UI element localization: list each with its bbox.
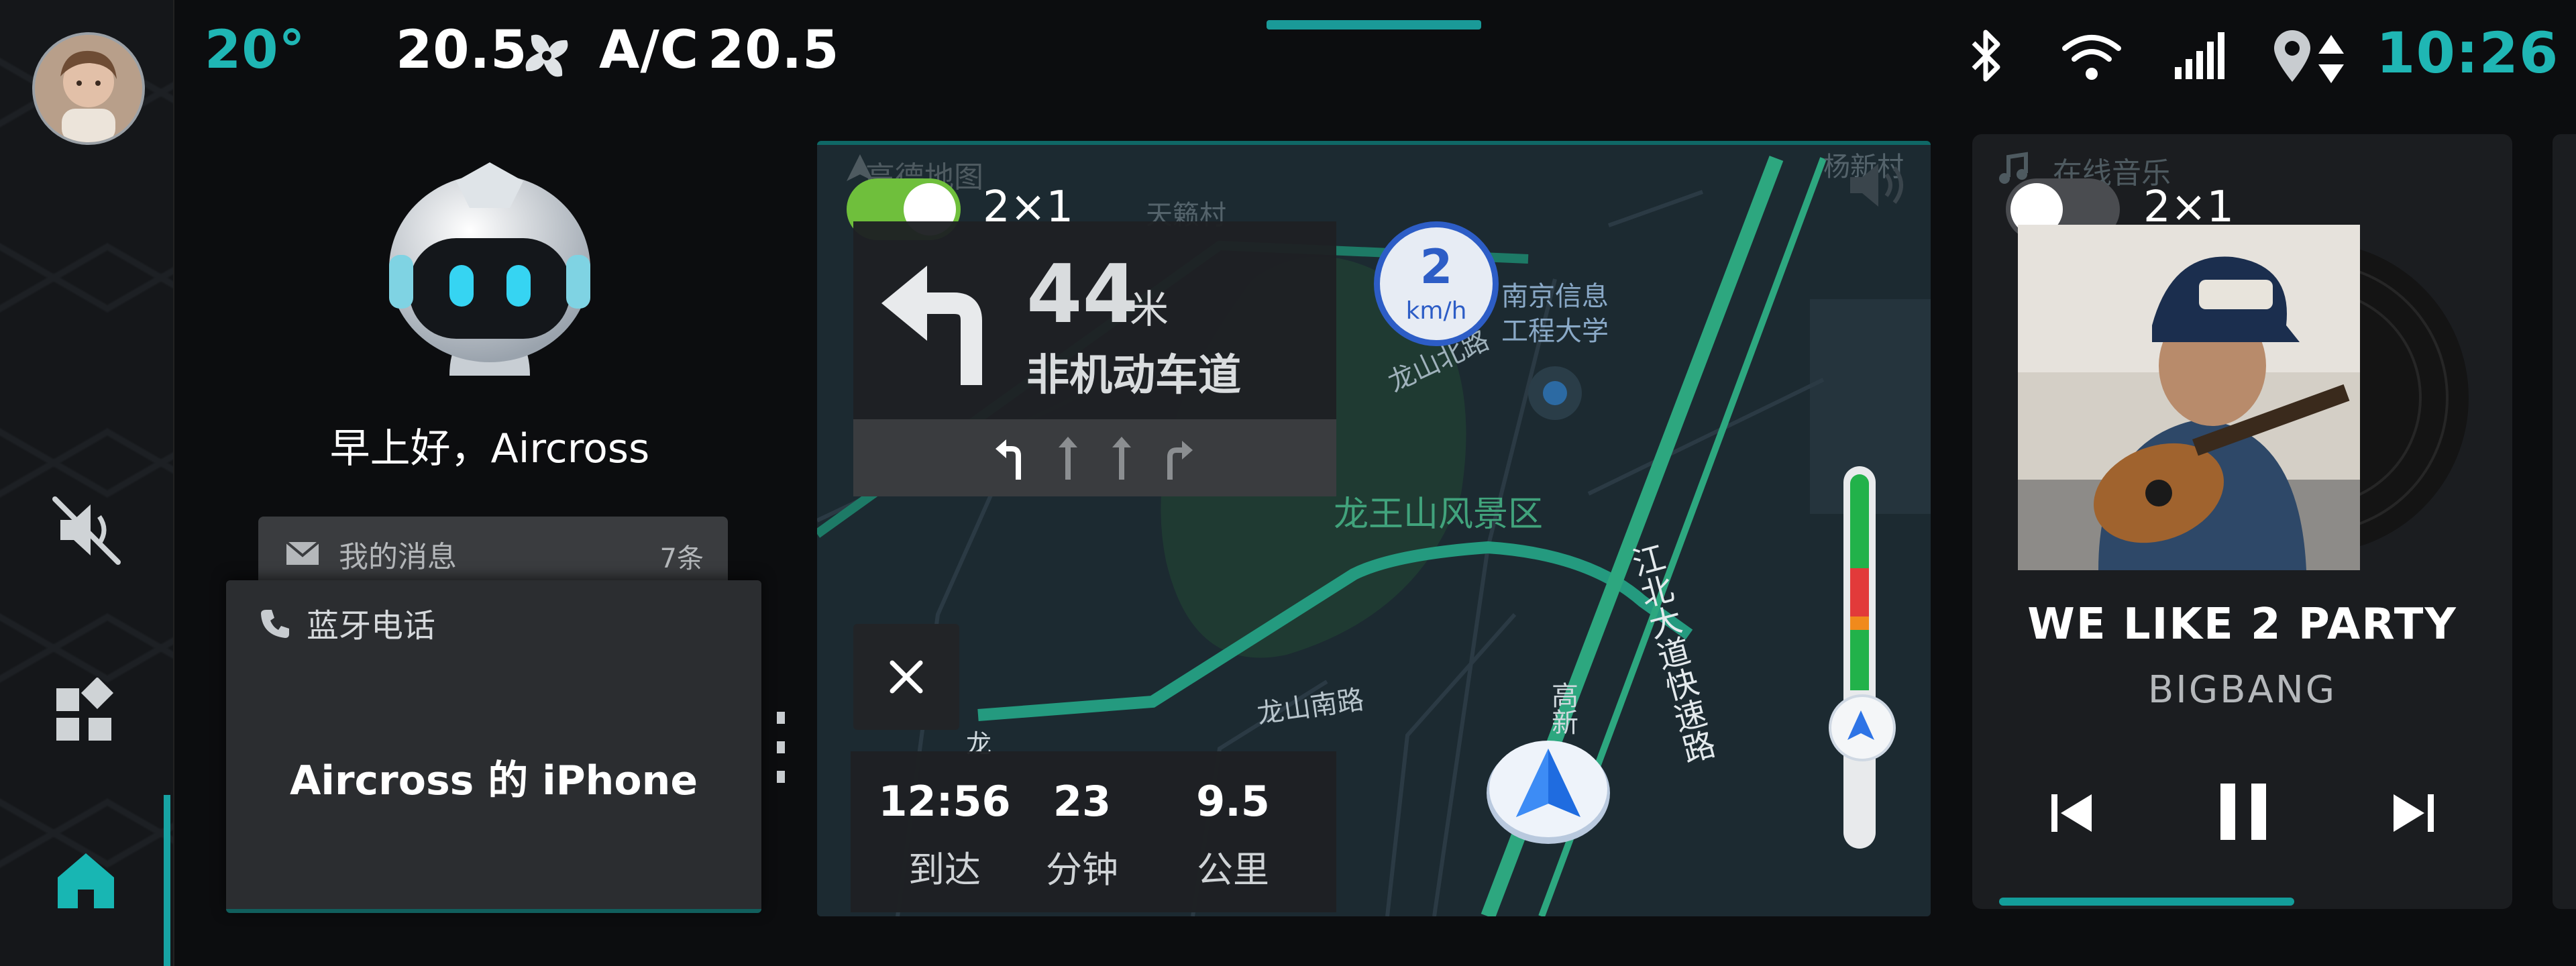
turn-road-name: 非机动车道: [1026, 351, 1241, 400]
traffic-segment-red: [1850, 568, 1869, 616]
bluetooth-phone-card[interactable]: 蓝牙电话 Aircross 的 iPhone: [226, 580, 761, 913]
speed-unit: km/h: [1405, 297, 1467, 325]
turn-distance-unit: 米: [1130, 286, 1169, 332]
phone-icon: [258, 607, 292, 641]
messages-count: 7条: [659, 543, 704, 574]
speed-value: 2: [1419, 239, 1453, 294]
speaker-icon[interactable]: [1843, 158, 1911, 212]
bluetooth-icon: [1959, 25, 2012, 86]
pause-button[interactable]: [2214, 778, 2274, 845]
album-art[interactable]: [2018, 225, 2481, 570]
drag-handle-icon[interactable]: [774, 708, 788, 788]
clock: 10:26: [2376, 20, 2559, 86]
map-label-scenic: 龙王山风景区: [1334, 494, 1544, 535]
avatar[interactable]: [32, 32, 145, 145]
messages-label: 我的消息: [339, 540, 457, 574]
avatar-image: [35, 35, 142, 142]
wifi-icon: [2058, 27, 2125, 87]
vehicle-arrow-icon: [1481, 729, 1615, 849]
traffic-segment-orange: [1850, 616, 1869, 630]
eta-summary: 12:56 到达 23 分钟 9.5 公里: [851, 751, 1336, 912]
outside-temp: 20°: [205, 20, 306, 80]
phone-device-name: Aircross 的 iPhone: [289, 757, 698, 804]
ac-button[interactable]: A/C: [599, 20, 699, 80]
eta-distance: 9.5: [1196, 777, 1270, 826]
assistant-greeting: 早上好，Aircross: [329, 425, 650, 472]
skip-back-icon: [2051, 794, 2092, 832]
pause-icon: [2220, 784, 2266, 840]
map-label-university: 南京信息 工程大学: [1501, 281, 1609, 347]
lane-guidance: [853, 419, 1336, 496]
mute-icon[interactable]: [47, 490, 127, 570]
next-track-button[interactable]: [2387, 786, 2440, 840]
eta-arrival-label: 到达: [908, 849, 981, 891]
eta-minutes: 23: [1053, 777, 1112, 826]
mail-icon: [285, 541, 320, 566]
lane-arrows-icon: [994, 435, 1195, 482]
eta-minutes-label: 分钟: [1046, 849, 1118, 891]
eta-distance-label: 公里: [1197, 849, 1269, 891]
traffic-segment-green: [1850, 474, 1869, 568]
data-transfer-icon: [2314, 32, 2348, 86]
map-label-gaoxin: 高新: [1547, 682, 1578, 735]
fan-icon[interactable]: [517, 25, 577, 86]
traffic-segment-green-2: [1850, 630, 1869, 690]
top-handle[interactable]: [1267, 20, 1481, 30]
assistant-robot-image[interactable]: [376, 154, 604, 396]
apps-grid-icon[interactable]: [52, 676, 119, 745]
home-icon[interactable]: [52, 847, 119, 914]
next-panel-edge[interactable]: [2553, 134, 2576, 909]
left-rail: [0, 0, 174, 966]
eta-arrival-time: 12:56: [878, 777, 1011, 826]
active-indicator: [164, 795, 170, 966]
turn-left-arrow-icon: [877, 260, 991, 388]
song-artist: BIGBANG: [2147, 668, 2337, 712]
close-icon: [888, 659, 924, 695]
messages-card[interactable]: 我的消息 7条: [258, 517, 728, 590]
skip-forward-icon: [2394, 794, 2434, 832]
phone-label: 蓝牙电话: [307, 607, 436, 645]
traffic-progress-bar: [1829, 466, 1896, 849]
music-progress: [1999, 898, 2294, 906]
traffic-position-marker: [1829, 694, 1896, 761]
song-title: WE LIKE 2 PARTY: [2027, 600, 2457, 649]
turn-distance: 44: [1026, 248, 1138, 341]
passenger-temp[interactable]: 20.5: [708, 20, 839, 80]
close-navigation-button[interactable]: [853, 624, 959, 730]
driver-temp[interactable]: 20.5: [396, 20, 527, 80]
cellular-signal-icon: [2172, 28, 2233, 82]
previous-track-button[interactable]: [2045, 786, 2098, 840]
location-icon: [2269, 28, 2316, 85]
speed-indicator: 2 km/h: [1374, 221, 1499, 346]
